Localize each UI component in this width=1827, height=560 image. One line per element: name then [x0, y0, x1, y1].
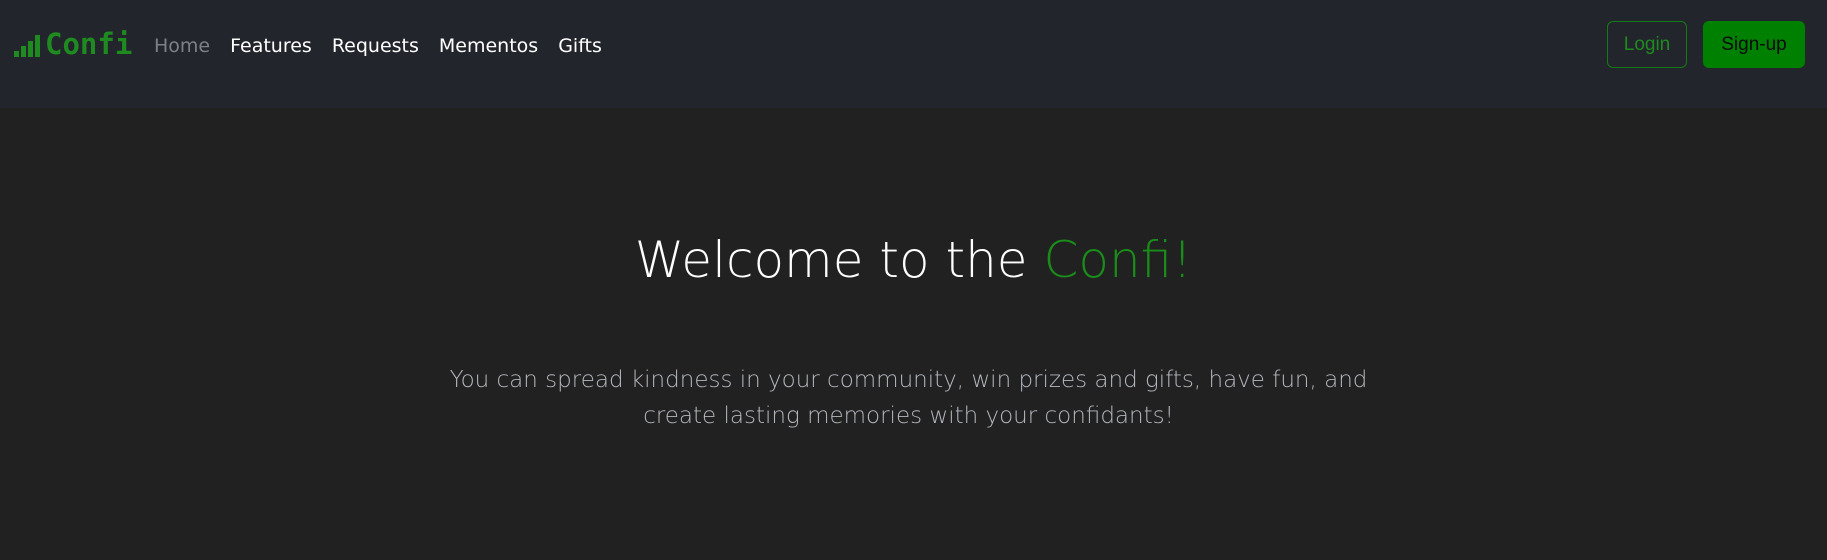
- nav-item-features[interactable]: Features: [230, 33, 312, 59]
- nav-item-mementos[interactable]: Mementos: [439, 33, 538, 59]
- signup-button[interactable]: Sign-up: [1703, 21, 1805, 68]
- hero-subtitle: You can spread kindness in your communit…: [449, 367, 1368, 429]
- navbar: Confi Home Features Requests Mementos Gi…: [0, 0, 1827, 108]
- hero-section: Welcome to the Confi! You can spread kin…: [0, 108, 1827, 560]
- login-button[interactable]: Login: [1607, 21, 1687, 68]
- signal-bars-icon: [14, 33, 40, 57]
- nav-item-home[interactable]: Home: [154, 33, 210, 59]
- nav-item-requests[interactable]: Requests: [332, 33, 419, 59]
- brand-name: Confi: [45, 27, 133, 61]
- hero-title: Welcome to the Confi!: [0, 230, 1827, 290]
- hero-title-prefix: Welcome to the: [634, 231, 1044, 289]
- main-nav: Home Features Requests Mementos Gifts: [154, 33, 622, 59]
- nav-item-gifts[interactable]: Gifts: [558, 33, 602, 59]
- brand-logo[interactable]: Confi: [14, 27, 133, 61]
- hero-title-accent: Confi!: [1043, 231, 1193, 289]
